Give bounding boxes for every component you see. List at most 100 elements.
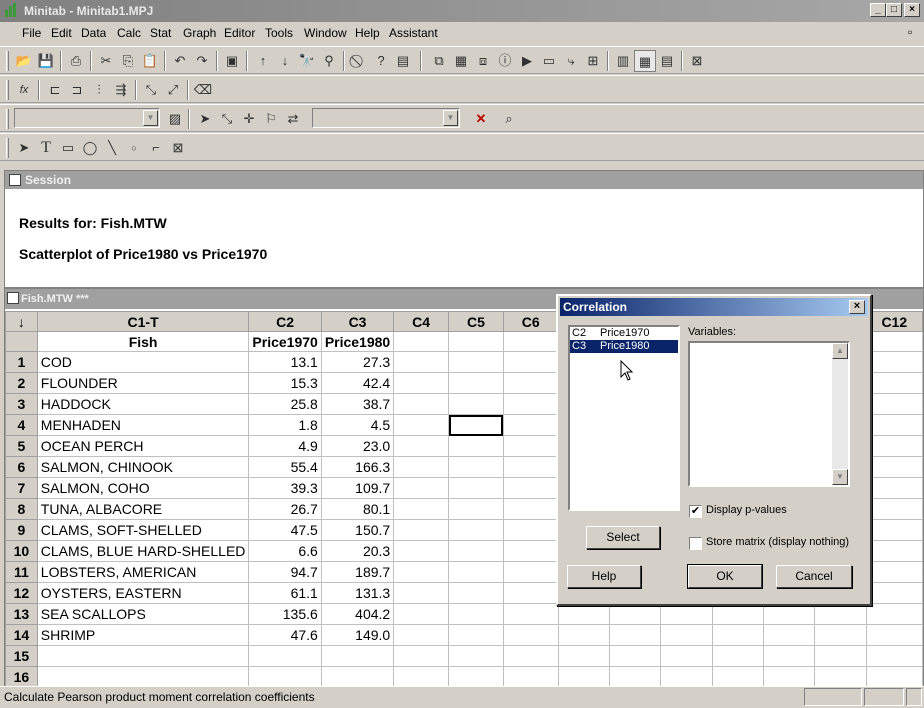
- session-window[interactable]: Session Results for: Fish.MTW Scatterplo…: [4, 170, 924, 288]
- cell-empty[interactable]: [448, 603, 504, 625]
- cancel-button[interactable]: Cancel: [776, 565, 852, 588]
- cell-price1980[interactable]: 166.3: [320, 456, 395, 478]
- cell-empty[interactable]: [557, 666, 610, 687]
- select-arrow-icon[interactable]: ➤: [194, 108, 216, 130]
- menu-tools[interactable]: Tools: [265, 26, 293, 40]
- row-number[interactable]: 9: [5, 519, 38, 541]
- cell-empty[interactable]: [502, 519, 559, 541]
- cell-fish[interactable]: SALMON, CHINOOK: [36, 456, 250, 478]
- column-name-cell[interactable]: [393, 331, 450, 352]
- cell-empty[interactable]: [711, 624, 764, 646]
- cell-price1970[interactable]: 4.9: [248, 435, 322, 457]
- cell-empty[interactable]: [660, 603, 713, 625]
- worksheet-window-icon[interactable]: ▦: [450, 50, 472, 72]
- store-matrix-checkbox[interactable]: [689, 537, 702, 550]
- column-name-cell[interactable]: [502, 331, 559, 352]
- cell-empty[interactable]: [502, 393, 559, 415]
- cell-price1980[interactable]: [320, 666, 395, 687]
- cell-empty[interactable]: [448, 393, 504, 415]
- menu-graph[interactable]: Graph: [183, 26, 216, 40]
- cell-empty[interactable]: [502, 372, 559, 394]
- correlation-dialog[interactable]: Correlation × C2 Price1970 C3 Price1980 Va…: [556, 294, 872, 606]
- cell-empty[interactable]: [865, 519, 923, 541]
- cell-fish[interactable]: OCEAN PERCH: [36, 435, 250, 457]
- zoom-icon[interactable]: ⌕: [498, 108, 520, 130]
- cell-empty[interactable]: [393, 498, 450, 520]
- cell-empty[interactable]: [814, 645, 867, 667]
- swap-icon[interactable]: ⇄: [282, 108, 304, 130]
- cell-empty[interactable]: [762, 624, 816, 646]
- cell-empty[interactable]: [557, 624, 610, 646]
- row-number[interactable]: 5: [5, 435, 38, 457]
- row-number[interactable]: 2: [5, 372, 38, 394]
- cell-empty[interactable]: [865, 351, 923, 373]
- print-icon[interactable]: ⎙: [65, 50, 87, 72]
- copy-icon[interactable]: ⎘: [117, 50, 139, 72]
- cell-empty[interactable]: [660, 624, 713, 646]
- cell-empty[interactable]: [502, 414, 559, 436]
- cell-price1980[interactable]: 150.7: [320, 519, 395, 541]
- crosshair-icon[interactable]: ⤢: [162, 79, 184, 101]
- cell-empty[interactable]: [865, 582, 923, 604]
- cell-empty[interactable]: [865, 456, 923, 478]
- cell-empty[interactable]: [865, 624, 923, 646]
- cell-empty[interactable]: [502, 645, 559, 667]
- cell-empty[interactable]: [393, 519, 450, 541]
- row-number[interactable]: 16: [5, 666, 38, 687]
- layout-icon[interactable]: ▥: [612, 50, 634, 72]
- cell-price1980[interactable]: 80.1: [320, 498, 395, 520]
- cell-empty[interactable]: [393, 414, 450, 436]
- eraser-icon[interactable]: ⌫: [192, 79, 214, 101]
- last-dialog-icon[interactable]: ▣: [221, 50, 243, 72]
- cell-empty[interactable]: [502, 477, 559, 499]
- cell-empty[interactable]: [448, 540, 504, 562]
- column-header-c5[interactable]: C5: [448, 311, 504, 332]
- cell-empty[interactable]: [814, 666, 867, 687]
- cell-fish[interactable]: FLOUNDER: [36, 372, 250, 394]
- cell-empty[interactable]: [814, 624, 867, 646]
- menu-help[interactable]: Help: [355, 26, 380, 40]
- cell-price1970[interactable]: 6.6: [248, 540, 322, 562]
- menu-calc[interactable]: Calc: [117, 26, 141, 40]
- row-number[interactable]: 3: [5, 393, 38, 415]
- cell-empty[interactable]: [502, 351, 559, 373]
- cell-price1970[interactable]: 1.8: [248, 414, 322, 436]
- cell-empty[interactable]: [865, 477, 923, 499]
- cell-empty[interactable]: [393, 582, 450, 604]
- list-item-c2[interactable]: C2 Price1970: [570, 327, 678, 340]
- report-pad-icon[interactable]: ▭: [538, 50, 560, 72]
- cell-empty[interactable]: [865, 540, 923, 562]
- cell-empty[interactable]: [814, 603, 867, 625]
- cell-empty[interactable]: [865, 414, 923, 436]
- row-number[interactable]: 7: [5, 477, 38, 499]
- cell-price1970[interactable]: 61.1: [248, 582, 322, 604]
- project-manager-icon[interactable]: ⊞: [582, 50, 604, 72]
- cell-empty[interactable]: [762, 666, 816, 687]
- column-header-c12[interactable]: C12: [865, 311, 923, 332]
- cell-empty[interactable]: [608, 645, 662, 667]
- polyline-tool-icon[interactable]: ⌐: [145, 137, 167, 159]
- cell-price1980[interactable]: 4.5: [320, 414, 395, 436]
- cell-price1980[interactable]: 404.2: [320, 603, 395, 625]
- delete-icon[interactable]: ✕: [470, 108, 492, 130]
- cell-empty[interactable]: [865, 561, 923, 583]
- menu-file[interactable]: File: [22, 26, 41, 40]
- cell-empty[interactable]: [660, 666, 713, 687]
- info-icon[interactable]: ⓘ: [494, 50, 516, 72]
- minimize-button[interactable]: _: [870, 3, 886, 17]
- cell-empty[interactable]: [448, 498, 504, 520]
- cell-price1980[interactable]: 23.0: [320, 435, 395, 457]
- cell-price1970[interactable]: 47.5: [248, 519, 322, 541]
- cell-fish[interactable]: [36, 666, 250, 687]
- cell-empty[interactable]: [393, 666, 450, 687]
- row-number[interactable]: 11: [5, 561, 38, 583]
- cell-empty[interactable]: [608, 624, 662, 646]
- cell-fish[interactable]: SEA SCALLOPS: [36, 603, 250, 625]
- graph-dropdown[interactable]: ▼: [312, 108, 460, 128]
- row-number[interactable]: 8: [5, 498, 38, 520]
- cell-empty[interactable]: [608, 666, 662, 687]
- cell-price1980[interactable]: 109.7: [320, 477, 395, 499]
- cell-empty[interactable]: [448, 624, 504, 646]
- row-number[interactable]: 10: [5, 540, 38, 562]
- cell-empty[interactable]: [448, 666, 504, 687]
